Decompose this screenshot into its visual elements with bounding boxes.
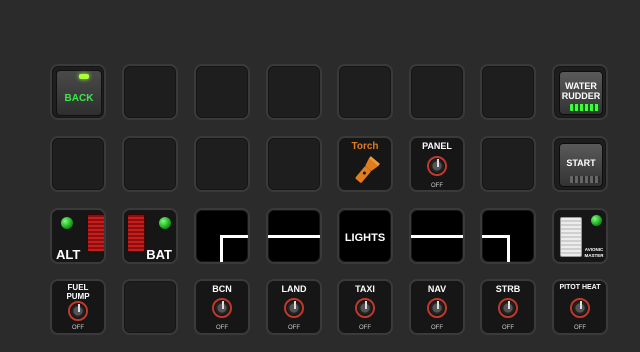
water-rudder-led-strip-icon xyxy=(570,104,600,111)
start-button-face: START xyxy=(559,143,603,187)
fuel-pump-off-label: OFF xyxy=(72,325,84,331)
lights-line-key[interactable] xyxy=(409,208,465,264)
bcn-off-label: OFF xyxy=(216,325,228,331)
nav-knob-icon xyxy=(427,298,447,318)
fuel-pump-key[interactable]: FUEL PUMP OFF xyxy=(50,279,106,335)
water-rudder-button-face: WATER RUDDER xyxy=(559,71,603,115)
fuel-pump-label-line1: FUEL xyxy=(67,283,89,292)
pitot-heat-knob-icon xyxy=(570,298,590,318)
empty-key[interactable] xyxy=(409,64,465,120)
nav-off-label: OFF xyxy=(431,325,443,331)
lights-corner-right-key[interactable] xyxy=(480,208,536,264)
empty-key[interactable] xyxy=(337,64,393,120)
land-knob-icon xyxy=(284,298,304,318)
alt-status-led-icon xyxy=(61,217,73,229)
empty-key[interactable] xyxy=(122,64,178,120)
empty-key[interactable] xyxy=(480,136,536,192)
empty-key[interactable] xyxy=(194,136,250,192)
land-off-label: OFF xyxy=(288,325,300,331)
avionic-status-led-icon xyxy=(591,215,602,226)
lights-label: LIGHTS xyxy=(344,232,386,244)
taxi-key[interactable]: TAXI OFF xyxy=(337,279,393,335)
line-segment xyxy=(482,235,510,238)
pitot-heat-label: PITOT HEAT xyxy=(559,284,601,291)
lights-line-key[interactable] xyxy=(266,208,322,264)
empty-key[interactable] xyxy=(266,64,322,120)
lights-corner-left-key[interactable] xyxy=(194,208,250,264)
avionic-master-key[interactable]: AVIONIC MASTER xyxy=(552,208,608,264)
panel-key[interactable]: PANEL OFF xyxy=(409,136,465,192)
back-key[interactable]: BACK xyxy=(50,64,106,120)
stream-deck-grid: BACK WATER RUDDER Torch PANEL OFF START … xyxy=(0,0,640,352)
water-rudder-label-line2: RUDDER xyxy=(561,91,601,101)
line-segment xyxy=(411,235,463,238)
torch-label: Torch xyxy=(351,141,379,152)
line-segment xyxy=(507,235,510,262)
pitot-heat-off-label: OFF xyxy=(574,325,586,331)
water-rudder-key[interactable]: WATER RUDDER xyxy=(552,64,608,120)
empty-key[interactable] xyxy=(194,64,250,120)
land-label: LAND xyxy=(281,284,307,294)
strb-key[interactable]: STRB OFF xyxy=(480,279,536,335)
line-segment xyxy=(268,235,320,238)
bat-status-led-icon xyxy=(159,217,171,229)
bat-switch-icon xyxy=(127,214,145,252)
line-segment xyxy=(220,235,248,238)
back-button-face: BACK xyxy=(56,70,102,116)
taxi-off-label: OFF xyxy=(359,325,371,331)
taxi-knob-icon xyxy=(355,298,375,318)
strb-off-label: OFF xyxy=(502,325,514,331)
start-label: START xyxy=(566,158,596,168)
strb-knob-icon xyxy=(498,298,518,318)
alt-key[interactable]: ALT xyxy=(50,208,106,264)
strb-label: STRB xyxy=(495,284,521,294)
bcn-key[interactable]: BCN OFF xyxy=(194,279,250,335)
bcn-label: BCN xyxy=(212,284,232,294)
back-led-icon xyxy=(79,74,89,79)
lights-key[interactable]: LIGHTS xyxy=(337,208,393,264)
panel-knob-icon xyxy=(427,156,447,176)
bat-key[interactable]: BAT xyxy=(122,208,178,264)
avionic-label-line2: MASTER xyxy=(584,253,604,258)
start-led-strip-icon xyxy=(570,176,600,183)
start-key[interactable]: START xyxy=(552,136,608,192)
taxi-label: TAXI xyxy=(355,284,375,294)
flashlight-icon xyxy=(355,156,380,183)
alt-switch-icon xyxy=(87,214,104,252)
land-key[interactable]: LAND OFF xyxy=(266,279,322,335)
empty-key[interactable] xyxy=(122,279,178,335)
panel-off-label: OFF xyxy=(431,183,443,189)
back-label: BACK xyxy=(64,93,94,104)
bcn-knob-icon xyxy=(212,298,232,318)
line-segment xyxy=(220,235,223,262)
empty-key[interactable] xyxy=(50,136,106,192)
empty-key[interactable] xyxy=(122,136,178,192)
nav-label: NAV xyxy=(427,284,447,294)
fuel-pump-label-line2: PUMP xyxy=(66,292,90,301)
torch-key[interactable]: Torch xyxy=(337,136,393,192)
water-rudder-label-line1: WATER xyxy=(565,81,597,91)
pitot-heat-key[interactable]: PITOT HEAT OFF xyxy=(552,279,608,335)
empty-key[interactable] xyxy=(266,136,322,192)
alt-label: ALT xyxy=(56,247,81,262)
nav-key[interactable]: NAV OFF xyxy=(409,279,465,335)
empty-key[interactable] xyxy=(480,64,536,120)
avionic-master-switch-icon xyxy=(560,217,582,257)
panel-label: PANEL xyxy=(422,141,452,151)
fuel-pump-knob-icon xyxy=(68,301,88,321)
bat-label: BAT xyxy=(146,247,172,262)
